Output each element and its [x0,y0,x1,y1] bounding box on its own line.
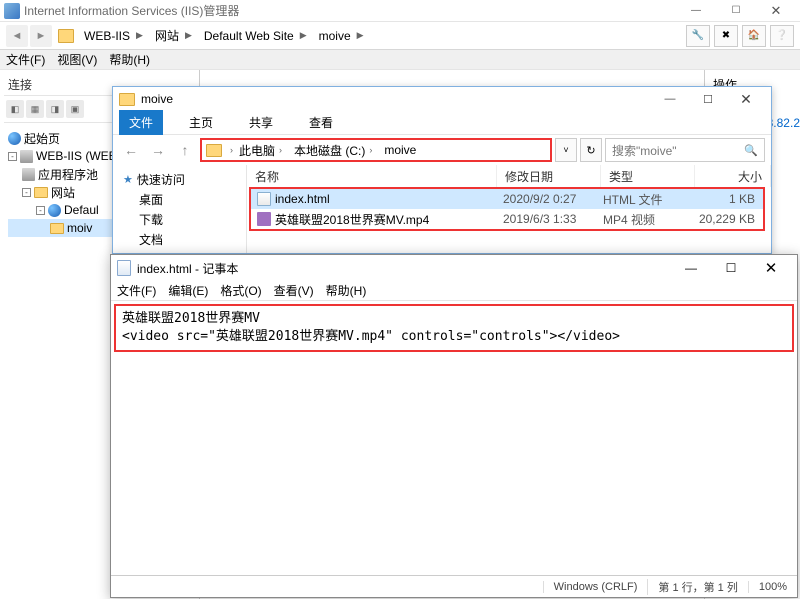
explorer-up-button[interactable]: ↑ [173,138,197,162]
nav-quick-access[interactable]: ★快速访问 [117,169,242,189]
folder-icon [206,144,222,157]
iis-back-button[interactable]: ◄ [6,25,28,47]
notepad-menu-bar: 文件(F) 编辑(E) 格式(O) 查看(V) 帮助(H) [111,281,797,301]
iis-title-text: Internet Information Services (IIS)管理器 [24,2,239,19]
explorer-forward-button[interactable]: → [146,138,170,162]
explorer-path[interactable]: › 此电脑› 本地磁盘 (C:)› moive [200,138,552,162]
col-name[interactable]: 名称 [247,165,497,187]
collapse-icon[interactable]: - [22,188,31,197]
iis-refresh-button[interactable]: 🔧 [686,25,710,47]
iis-icon [4,3,20,19]
iis-stop-button[interactable]: ✖ [714,25,738,47]
folder-icon [50,223,64,234]
nav-desktop[interactable]: 桌面 [117,189,242,209]
collapse-icon[interactable]: - [8,152,17,161]
explorer-ribbon: 文件 主页 共享 查看 [113,111,771,135]
notepad-status-bar: Windows (CRLF) 第 1 行，第 1 列 100% [111,575,797,597]
mp4-file-icon [257,212,271,226]
globe-icon [8,132,21,145]
status-zoom: 100% [748,581,797,593]
explorer-close-button[interactable]: ✕ [727,88,765,110]
crumb-folder: moive [378,143,422,157]
breadcrumb-moive[interactable]: moive▶ [313,25,370,47]
iis-menu-bar: 文件(F) 视图(V) 帮助(H) [0,50,800,70]
explorer-maximize-button[interactable]: ☐ [689,88,727,110]
file-row[interactable]: 英雄联盟2018世界赛MV.mp4 2019/6/3 1:33 MP4 视频 2… [251,209,763,229]
col-date[interactable]: 修改日期 [497,165,601,187]
tb-stop[interactable]: ▣ [66,100,84,118]
col-size[interactable]: 大小 [695,165,771,187]
notepad-window: index.html - 记事本 — ☐ ✕ 文件(F) 编辑(E) 格式(O)… [110,254,798,598]
np-menu-file[interactable]: 文件(F) [117,282,156,299]
site-icon [48,204,61,217]
ribbon-view[interactable]: 查看 [299,110,343,135]
explorer-window: moive — ☐ ✕ 文件 主页 共享 查看 ← → ↑ › 此电脑› 本地磁… [112,86,772,254]
pool-icon [22,168,35,181]
explorer-address-bar: ← → ↑ › 此电脑› 本地磁盘 (C:)› moive ˅ ↻ 搜索"moi… [113,135,771,165]
iis-title-bar: Internet Information Services (IIS)管理器 —… [0,0,800,22]
folder-icon [34,187,48,198]
col-type[interactable]: 类型 [601,165,695,187]
explorer-file-list: 名称 修改日期 类型 大小 index.html 2020/9/2 0:27 H… [247,165,771,253]
ribbon-share[interactable]: 共享 [239,110,283,135]
nav-documents[interactable]: 文档 [117,229,242,249]
crumb-computer: 此电脑› [233,142,288,159]
explorer-title-text: moive [141,92,173,106]
crumb-drive: 本地磁盘 (C:)› [288,142,378,159]
tb-refresh[interactable]: ▦ [26,100,44,118]
breadcrumb-server[interactable]: WEB-IIS▶ [78,25,149,47]
notepad-content[interactable]: 英雄联盟2018世界赛MV <video src="英雄联盟2018世界赛MV.… [114,304,794,352]
iis-help2-button[interactable]: ❔ [770,25,794,47]
nav-downloads[interactable]: 下载 [117,209,242,229]
notepad-maximize-button[interactable]: ☐ [711,256,751,280]
np-menu-edit[interactable]: 编辑(E) [168,282,208,299]
explorer-search-input[interactable]: 搜索"moive" 🔍 [605,138,765,162]
tb-save[interactable]: ◧ [6,100,24,118]
notepad-title-bar[interactable]: index.html - 记事本 — ☐ ✕ [111,255,797,281]
notepad-close-button[interactable]: ✕ [751,256,791,280]
menu-help[interactable]: 帮助(H) [109,51,150,68]
explorer-refresh-button[interactable]: ↻ [580,138,602,162]
html-file-icon [257,192,271,206]
iis-minimize-button[interactable]: — [676,1,716,21]
notepad-title-text: index.html - 记事本 [137,260,238,277]
breadcrumb-sites[interactable]: 网站▶ [149,25,198,47]
iis-close-button[interactable]: ✕ [756,1,796,21]
menu-file[interactable]: 文件(F) [6,51,45,68]
folder-icon [58,29,74,43]
explorer-back-button[interactable]: ← [119,138,143,162]
notepad-body: 英雄联盟2018世界赛MV <video src="英雄联盟2018世界赛MV.… [111,301,797,575]
notepad-minimize-button[interactable]: — [671,256,711,280]
collapse-icon[interactable]: - [36,206,45,215]
notepad-icon [117,260,131,276]
np-menu-view[interactable]: 查看(V) [274,282,314,299]
iis-help-button[interactable]: 🏠 [742,25,766,47]
folder-icon [119,93,135,106]
explorer-minimize-button[interactable]: — [651,88,689,110]
np-menu-format[interactable]: 格式(O) [220,282,261,299]
path-dropdown-button[interactable]: ˅ [555,138,577,162]
menu-view[interactable]: 视图(V) [57,51,97,68]
ribbon-home[interactable]: 主页 [179,110,223,135]
status-encoding: Windows (CRLF) [543,581,648,593]
ribbon-file[interactable]: 文件 [119,110,163,135]
iis-forward-button[interactable]: ► [30,25,52,47]
iis-maximize-button[interactable]: ☐ [716,1,756,21]
tb-add[interactable]: ◨ [46,100,64,118]
file-row[interactable]: index.html 2020/9/2 0:27 HTML 文件 1 KB [251,189,763,209]
star-icon: ★ [123,173,133,186]
iis-address-bar: ◄ ► WEB-IIS▶ 网站▶ Default Web Site▶ moive… [0,22,800,50]
np-menu-help[interactable]: 帮助(H) [326,282,367,299]
explorer-nav-pane: ★快速访问 桌面 下载 文档 [113,165,247,253]
column-headers: 名称 修改日期 类型 大小 [247,165,771,187]
breadcrumb-default[interactable]: Default Web Site▶ [198,25,313,47]
status-position: 第 1 行，第 1 列 [647,579,747,595]
search-icon: 🔍 [744,144,758,157]
explorer-title-bar[interactable]: moive — ☐ ✕ [113,87,771,111]
server-icon [20,150,33,163]
